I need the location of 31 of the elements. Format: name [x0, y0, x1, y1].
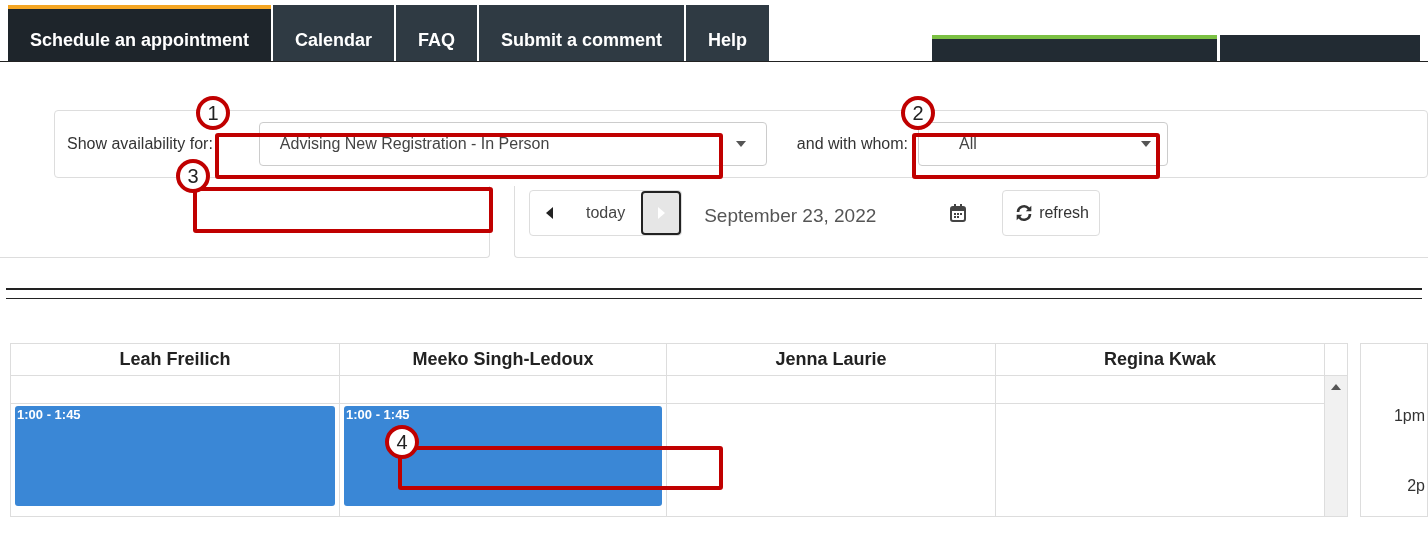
callout-number: 3	[176, 159, 210, 193]
column-header: Jenna Laurie	[667, 344, 996, 375]
column-header: Leah Freilich	[11, 344, 340, 375]
appointment-time: 1:00 - 1:45	[346, 407, 410, 422]
left-caret-icon	[546, 207, 554, 219]
staff-select[interactable]: All	[918, 122, 1168, 166]
appointment-time: 1:00 - 1:45	[17, 407, 81, 422]
nav-tab[interactable]: Help	[686, 5, 770, 61]
appointment-block[interactable]: 1:00 - 1:45	[15, 406, 335, 506]
scrollbar[interactable]	[1325, 376, 1347, 516]
caret-icon	[1141, 141, 1151, 147]
column-header: Meeko Singh-Ledoux	[340, 344, 667, 375]
time-label: 1pm	[1393, 406, 1426, 426]
time-label: 2p	[1407, 476, 1426, 496]
up-arrow-icon	[1331, 384, 1341, 390]
service-select[interactable]: Advising New Registration - In Person	[258, 122, 767, 166]
nav-tab[interactable]: Schedule an appointment	[8, 5, 272, 61]
column-header: Regina Kwak	[996, 344, 1325, 375]
nav-tab[interactable]: Submit a comment	[479, 5, 685, 61]
nav-tab[interactable]: FAQ	[396, 5, 478, 61]
date-field[interactable]: September 23, 2022	[704, 202, 945, 231]
filter-label: and with whom:	[796, 134, 908, 154]
callout-number: 2	[901, 96, 935, 130]
refresh-button[interactable]: refresh	[1002, 190, 1100, 236]
right-caret-icon	[657, 207, 666, 219]
filter-label: Show availability for:	[67, 134, 213, 154]
calendar-icon[interactable]	[950, 204, 967, 222]
callout-number: 1	[196, 96, 230, 130]
nav-tab[interactable]: Calendar	[273, 5, 395, 61]
caret-icon	[735, 141, 746, 147]
next-button[interactable]	[641, 191, 682, 235]
